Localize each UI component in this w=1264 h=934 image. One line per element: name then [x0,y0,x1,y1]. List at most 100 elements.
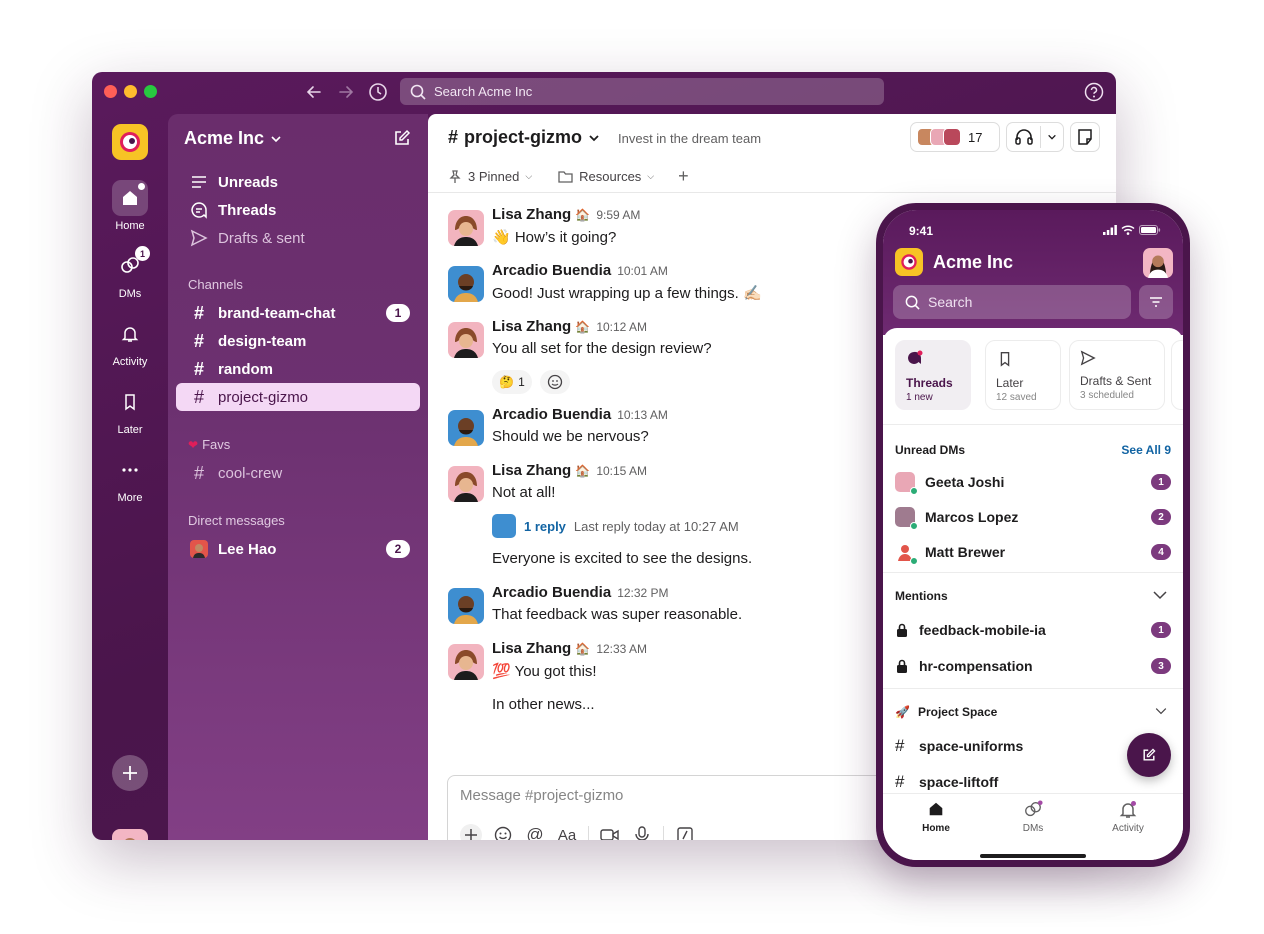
workspace-logo[interactable] [112,124,148,160]
add-bookmark-icon[interactable]: + [678,166,689,187]
see-all-link[interactable]: See All 9 [1121,443,1171,457]
message-time[interactable]: 10:15 AM [596,464,647,478]
channel-topic[interactable]: Invest in the dream team [618,131,761,146]
avatar[interactable] [448,466,484,502]
video-icon[interactable] [599,824,621,840]
plus-icon[interactable] [460,824,482,840]
tab-dms[interactable]: DMs [988,800,1078,834]
close-window-button[interactable] [104,85,117,98]
threads-card[interactable]: Threads 1 new [895,340,971,410]
help-icon[interactable] [1084,82,1104,102]
avatar[interactable] [448,322,484,358]
filter-icon[interactable] [1139,285,1173,319]
message-time[interactable]: 10:01 AM [617,264,668,278]
avatar[interactable] [448,410,484,446]
message-author[interactable]: Arcadio Buendia [492,262,611,279]
hash-icon: # [448,127,459,147]
sidebar-item-random[interactable]: # random [176,355,420,383]
reaction-pill[interactable]: 🤔 1 [492,370,532,394]
sidebar-item-drafts[interactable]: Drafts & sent [176,224,420,252]
huddle-button[interactable] [1006,122,1064,152]
message-author[interactable]: Arcadio Buendia [492,406,611,423]
rail-dms[interactable]: 1 DMs [92,246,168,300]
reply-count-link[interactable]: 1 reply [524,519,566,534]
dm-name: Matt Brewer [925,544,1006,560]
sidebar-item-cool-crew[interactable]: # cool-crew [176,459,420,487]
channel-row[interactable]: hr-compensation 3 [895,654,1171,678]
back-arrow-icon[interactable] [304,82,326,104]
maximize-window-button[interactable] [144,85,157,98]
rail-activity[interactable]: Activity [92,316,168,368]
members-button[interactable]: 17 [910,122,1000,152]
message-time[interactable]: 10:12 AM [596,320,647,334]
later-card[interactable]: Later 12 saved [985,340,1061,410]
rail-later[interactable]: Later [92,384,168,436]
history-clock-icon[interactable] [368,82,390,104]
mentions-header[interactable]: Mentions [895,589,948,603]
channel-row[interactable]: # space-liftoff [895,770,1171,794]
canvas-icon[interactable] [1070,122,1100,152]
channel-row[interactable]: feedback-mobile-ia 1 [895,618,1171,642]
message-author[interactable]: Lisa Zhang [492,640,571,657]
pinned-button[interactable]: 3 Pinned [468,169,519,184]
add-reaction-icon[interactable] [540,370,570,394]
compose-icon[interactable] [392,128,412,148]
message-author[interactable]: Lisa Zhang [492,206,571,223]
sidebar-item-threads[interactable]: Threads [176,196,420,224]
message-author[interactable]: Arcadio Buendia [492,584,611,601]
direct-messages-header[interactable]: Direct messages [188,513,285,528]
sidebar-item-project-gizmo[interactable]: # project-gizmo [176,383,420,411]
chevron-down-icon[interactable] [1155,707,1167,715]
message-author[interactable]: Lisa Zhang [492,462,571,479]
dm-row[interactable]: Matt Brewer 4 [895,540,1171,565]
sidebar-item-lee-hao[interactable]: Lee Hao 2 [176,535,420,563]
message-time[interactable]: 12:32 PM [617,586,668,600]
formatting-icon[interactable]: Aa [556,824,578,841]
avatar[interactable] [448,266,484,302]
message-composer[interactable]: Message #project-gizmo @ Aa [447,775,917,840]
workspace-menu[interactable]: Acme Inc [184,128,282,149]
sidebar-item-brand-team-chat[interactable]: # brand-team-chat 1 [176,299,420,327]
slash-command-icon[interactable] [674,824,696,840]
rail-more[interactable]: More [92,452,168,504]
overflow-card[interactable] [1171,340,1183,410]
search-input[interactable]: Search Acme Inc [400,78,884,105]
project-space-header[interactable]: 🚀 Project Space [895,705,997,719]
status-icons [1103,225,1161,235]
rail-home[interactable]: Home [92,180,168,232]
avatar[interactable] [448,588,484,624]
compose-button[interactable] [1127,733,1171,777]
dm-row[interactable]: Marcos Lopez 2 [895,505,1171,530]
user-avatar[interactable] [1143,248,1173,278]
avatar[interactable] [448,644,484,680]
threads-icon [190,201,208,219]
message-author[interactable]: Lisa Zhang [492,318,571,335]
workspace-name[interactable]: Acme Inc [933,252,1013,273]
message-time[interactable]: 10:13 AM [617,408,668,422]
tab-activity[interactable]: Activity [1083,800,1173,834]
thread-replies[interactable]: 1 reply Last reply today at 10:27 AM [492,514,739,538]
avatar [190,540,208,558]
user-avatar[interactable] [112,829,148,840]
emoji-icon[interactable] [492,824,514,840]
workspace-logo[interactable] [895,248,923,276]
avatar[interactable] [448,210,484,246]
dm-row[interactable]: Geeta Joshi 1 [895,470,1171,495]
favs-header[interactable]: ❤ Favs [188,437,230,452]
mention-icon[interactable]: @ [524,824,546,840]
sidebar-item-design-team[interactable]: # design-team [176,327,420,355]
tab-home[interactable]: Home [891,800,981,834]
resources-button[interactable]: Resources [579,169,641,184]
drafts-card[interactable]: Drafts & Sent 3 scheduled [1069,340,1165,410]
search-input[interactable]: Search [893,285,1131,319]
add-workspace-button[interactable] [112,755,148,791]
message-time[interactable]: 9:59 AM [596,208,640,222]
chevron-down-icon[interactable] [1153,590,1167,600]
channel-title[interactable]: # project-gizmo [448,127,600,148]
message-time[interactable]: 12:33 AM [596,642,647,656]
channels-header[interactable]: Channels [188,277,243,292]
microphone-icon[interactable] [631,824,653,840]
sidebar-item-unreads[interactable]: Unreads [176,168,420,196]
minimize-window-button[interactable] [124,85,137,98]
forward-arrow-icon[interactable] [336,82,358,104]
